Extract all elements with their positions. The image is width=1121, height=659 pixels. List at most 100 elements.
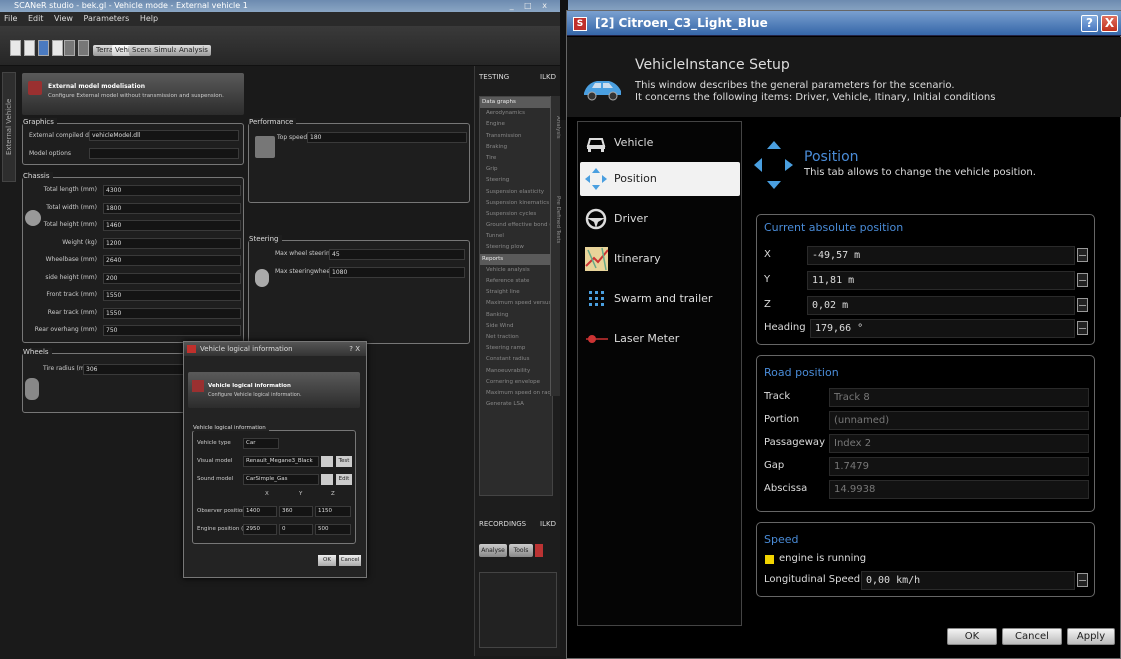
menu-parameters[interactable]: Parameters [84,14,130,23]
top-speed-field[interactable]: 180 [307,132,467,143]
sound-browse-button[interactable] [321,474,333,485]
tree-item[interactable]: Manoeuvrability [480,366,552,377]
tree-item[interactable]: Suspension cycles [480,209,552,220]
tree-item[interactable]: Maximum speed on radius [480,388,552,399]
help-button[interactable]: ? [1081,15,1098,32]
sound-edit-button[interactable]: Edit [336,474,352,485]
disabled-tool-icon[interactable] [64,40,75,56]
tree-item[interactable]: Maximum speed versus gr... [480,298,552,309]
tree-item[interactable]: Steering [480,175,552,186]
disabled-tool-icon[interactable] [78,40,89,56]
visual-test-button[interactable]: Test [336,456,352,467]
ok-button[interactable]: OK [947,628,997,645]
nav-item-laser-meter[interactable]: Laser Meter [580,322,740,356]
open-file-icon[interactable] [24,40,35,56]
chassis-row-field[interactable]: 1460 [103,220,241,231]
chassis-row-field[interactable]: 1550 [103,290,241,301]
tree-item[interactable]: Cornering envelope [480,377,552,388]
tree-item[interactable]: Suspension kinematics [480,198,552,209]
nav-item-driver[interactable]: Driver [580,202,740,236]
engine-z-field[interactable]: 500 [315,524,351,535]
menu-help[interactable]: Help [140,14,158,23]
vehicle-type-select[interactable]: Car [243,438,279,449]
vl-cancel-button[interactable]: Cancel [339,555,361,566]
x-field[interactable]: -49,57 m [807,246,1075,265]
chassis-row-field[interactable]: 200 [103,272,241,284]
max-wheel-angle-field[interactable]: 45 [329,249,465,260]
chassis-row-field[interactable]: 4300 [103,185,241,196]
max-steeringwheel-angle-field[interactable]: 1080 [329,267,465,278]
y-spinner[interactable] [1077,273,1088,287]
tree-item[interactable]: Tunnel [480,231,552,242]
predefined-tests-vtab[interactable]: Pre Defined Tests [551,196,561,243]
analyse-button[interactable]: Analyse [479,544,507,557]
nav-item-itinerary[interactable]: Itinerary [580,242,740,276]
chassis-row-field[interactable]: 1550 [103,307,241,319]
tree-item[interactable]: Grip [480,164,552,175]
vl-ok-button[interactable]: OK [318,555,336,566]
tree-item[interactable]: Vehicle analysis [480,265,552,276]
tree-item[interactable]: Side Wind [480,321,552,332]
heading-spinner[interactable] [1077,321,1088,335]
tests-tree[interactable]: Data graphs Aerodynamics Engine Transmissio… [479,96,553,496]
document-icon[interactable] [52,40,63,56]
tree-section[interactable]: Data graphs [480,97,552,109]
chassis-row-field[interactable]: 1200 [103,237,241,249]
external-vehicle-side-tab[interactable]: External Vehicle [2,72,16,182]
visual-browse-button[interactable] [321,456,333,467]
recordings-list[interactable] [479,572,557,648]
observer-x-field[interactable]: 1400 [243,506,277,517]
tools-button[interactable]: Tools [509,544,533,557]
tree-item[interactable]: Reference state [480,276,552,287]
tree-item[interactable]: Tire [480,153,552,164]
new-file-icon[interactable] [10,40,21,56]
longitudinal-speed-spinner[interactable] [1077,573,1088,587]
visual-model-field[interactable]: Renault_Megane3_Black [243,456,319,467]
heading-field[interactable]: 179,66 ° [810,319,1075,338]
tree-item[interactable]: Aerodynamics [480,108,552,119]
apply-button[interactable]: Apply [1067,628,1115,645]
nav-item-position[interactable]: Position [580,162,740,196]
model-options-field[interactable] [89,148,239,159]
tree-item[interactable]: Net traction [480,332,552,343]
tree-item[interactable]: Generate LSA [480,399,552,410]
tree-item[interactable]: Engine [480,119,552,130]
observer-z-field[interactable]: 1150 [315,506,351,517]
tree-item[interactable]: Straight line [480,287,552,298]
chassis-row-field[interactable]: 2640 [103,255,241,266]
cancel-button[interactable]: Cancel [1002,628,1062,645]
observer-y-field[interactable]: 360 [279,506,313,517]
x-spinner[interactable] [1077,248,1088,262]
tree-item[interactable]: Constant radius [480,354,552,365]
tree-item[interactable]: Suspension elasticity [480,187,552,198]
tree-item[interactable]: Ground effective bond (GE... [480,220,552,231]
menu-edit[interactable]: Edit [28,14,44,23]
tree-section[interactable]: Reports [480,253,552,265]
y-field[interactable]: 11,81 m [807,271,1075,290]
mode-analysis-button[interactable]: Analysis [176,45,211,56]
menu-file[interactable]: File [4,14,17,23]
longitudinal-speed-field[interactable]: 0,00 km/h [861,571,1075,590]
z-field[interactable]: 0,02 m [807,296,1075,315]
save-icon[interactable] [38,40,49,56]
dll-name-field[interactable]: vehicleModel.dll [89,130,239,141]
nav-item-swarm-and-trailer[interactable]: Swarm and trailer [580,282,740,316]
sound-model-field[interactable]: CarSimple_Gas [243,474,319,485]
z-spinner[interactable] [1077,298,1088,312]
tree-item[interactable]: Transmission [480,131,552,142]
close-button[interactable]: X [1101,15,1118,32]
tree-item[interactable]: Steering ramp [480,343,552,354]
tree-item[interactable]: Braking [480,142,552,153]
window-controls[interactable]: _ □ x [510,0,551,12]
testing-vertical-tabs[interactable]: Analysis Pre Defined Tests [550,96,561,396]
record-icon[interactable] [535,544,543,557]
chassis-row-field[interactable]: 750 [103,325,241,336]
engine-y-field[interactable]: 0 [279,524,313,535]
engine-x-field[interactable]: 2950 [243,524,277,535]
chassis-row-field[interactable]: 1800 [103,202,241,214]
vl-dialog-controls[interactable]: ? X [349,342,360,356]
tree-item[interactable]: Steering plow [480,242,552,253]
menu-view[interactable]: View [54,14,73,23]
nav-item-vehicle[interactable]: Vehicle [580,126,740,160]
tree-item[interactable]: Banking [480,310,552,321]
